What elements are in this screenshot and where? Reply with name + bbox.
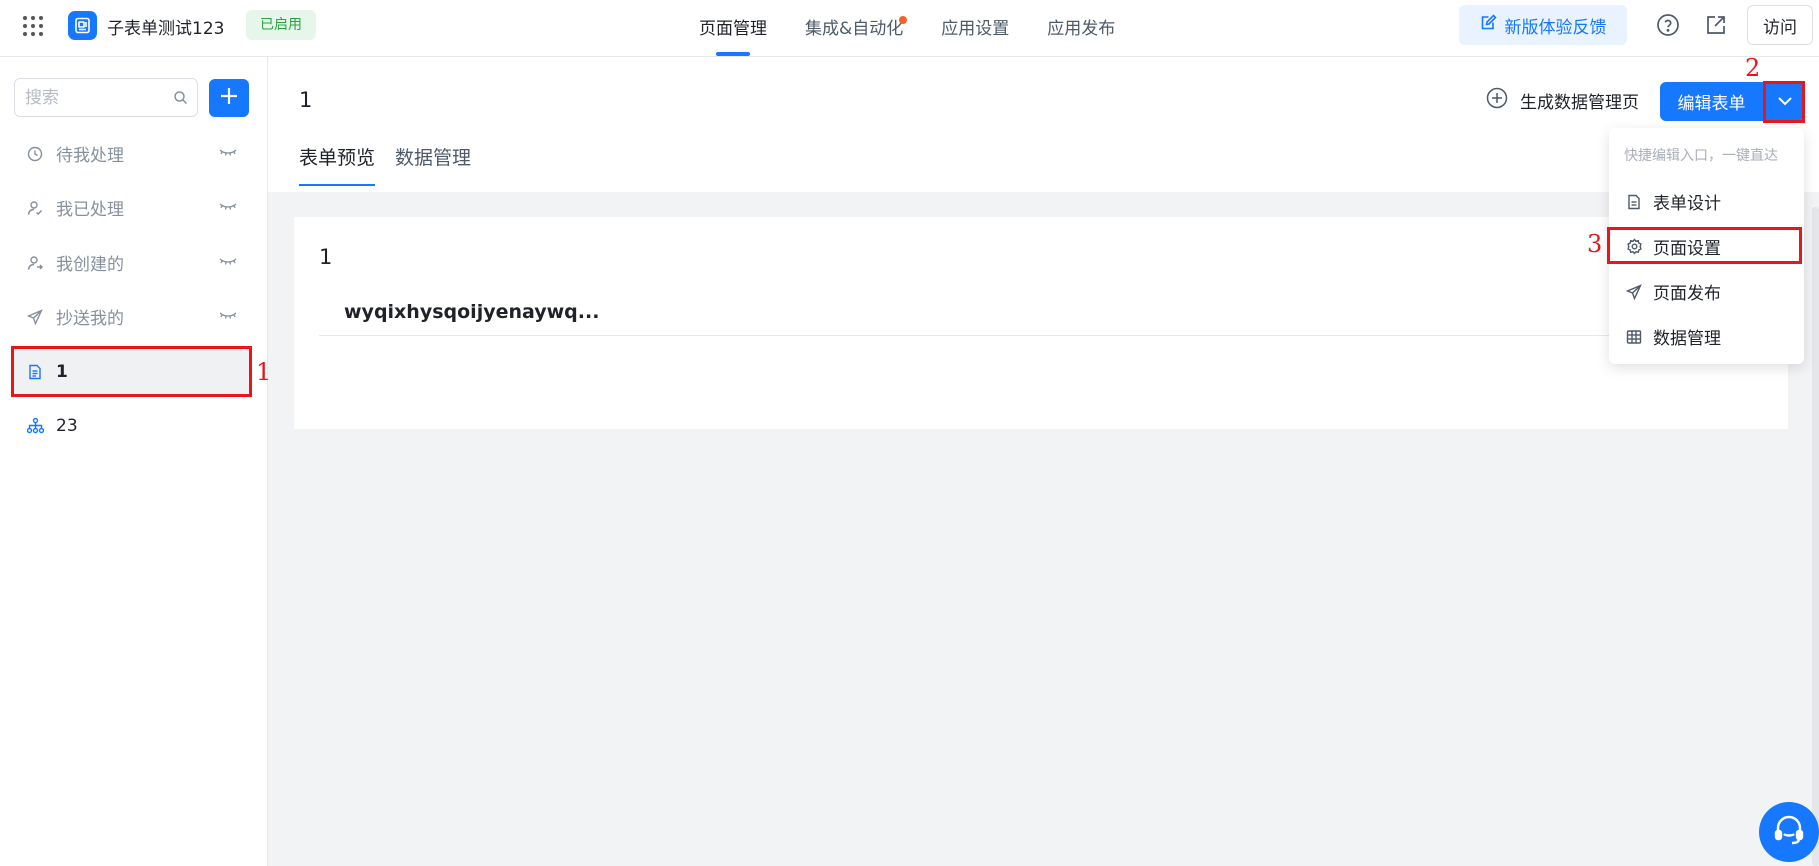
document-icon <box>1625 193 1643 211</box>
edit-note-icon <box>1480 14 1497 36</box>
tab-form-preview[interactable]: 表单预览 <box>299 143 376 186</box>
form-preview-card: 1 wyqixhysqoijyenaywq... <box>294 217 1788 429</box>
search-input[interactable] <box>15 79 197 116</box>
menu-item-label: 页面设置 <box>1653 239 1721 259</box>
help-icon[interactable] <box>1655 12 1681 38</box>
sidebar-item-label: 1 <box>56 361 68 382</box>
feedback-button[interactable]: 新版体验反馈 <box>1459 5 1627 45</box>
nav-app-settings[interactable]: 应用设置 <box>922 0 1028 57</box>
external-link-icon[interactable] <box>1703 12 1729 38</box>
nav-label: 页面管理 <box>699 19 767 39</box>
search-icon <box>173 90 188 109</box>
nav-page-management[interactable]: 页面管理 <box>680 0 786 57</box>
sidebar-item-23[interactable]: 23 <box>14 403 250 448</box>
feedback-label: 新版体验反馈 <box>1504 17 1607 38</box>
eye-closed-icon[interactable] <box>218 144 238 166</box>
page-tabs: 表单预览 数据管理 <box>299 143 471 186</box>
sidebar-item-label: 待我处理 <box>56 146 124 166</box>
generate-data-page-button[interactable]: 生成数据管理页 <box>1486 87 1639 114</box>
form-doc-icon <box>26 363 44 381</box>
subform-row: wyqixhysqoijyenaywq... <box>319 291 1763 336</box>
nav-integration-automation[interactable]: 集成&自动化 <box>786 0 922 57</box>
menu-item-label: 表单设计 <box>1653 194 1721 214</box>
page-title: 1 <box>299 88 313 112</box>
menu-item-data-management[interactable]: 数据管理 <box>1609 315 1804 358</box>
sidebar-item-pending[interactable]: 待我处理 <box>14 131 250 176</box>
top-bar: 子表单测试123 已启用 页面管理 集成&自动化 应用设置 应用发布 新版体验反… <box>0 0 1819 57</box>
nav-app-publish[interactable]: 应用发布 <box>1028 0 1134 57</box>
eye-closed-icon[interactable] <box>218 253 238 275</box>
nav-label: 集成&自动化 <box>805 19 904 39</box>
app-title: 子表单测试123 <box>107 19 225 39</box>
menu-item-page-publish[interactable]: 页面发布 <box>1609 270 1804 313</box>
quick-edit-menu: 快捷编辑入口，一键直达 表单设计 页面设置 页面发布 数据管理 <box>1609 128 1804 364</box>
top-nav: 页面管理 集成&自动化 应用设置 应用发布 <box>680 0 1134 57</box>
status-badge: 已启用 <box>246 10 316 40</box>
user-add-icon <box>26 254 44 272</box>
edit-dropdown-toggle[interactable] <box>1765 82 1804 121</box>
send-icon <box>1625 283 1643 301</box>
menu-hint: 快捷编辑入口，一键直达 <box>1624 148 1778 164</box>
visit-button[interactable]: 访问 <box>1747 5 1813 45</box>
user-check-icon <box>26 199 44 217</box>
customer-service-button[interactable] <box>1759 802 1819 862</box>
menu-item-label: 数据管理 <box>1653 329 1721 349</box>
annotation-number-3: 3 <box>1587 230 1603 258</box>
page-header: 1 表单预览 数据管理 生成数据管理页 编辑表单 <box>268 57 1819 192</box>
sidebar-item-label: 我已处理 <box>56 200 124 220</box>
tab-data-management[interactable]: 数据管理 <box>395 143 471 186</box>
send-icon <box>26 308 44 326</box>
headset-icon <box>1772 813 1806 851</box>
plus-circle-icon <box>1486 87 1508 114</box>
form-title: 1 <box>319 245 333 269</box>
scrollbar[interactable] <box>1812 207 1819 866</box>
add-page-button[interactable] <box>209 79 249 117</box>
sidebar-item-cc[interactable]: 抄送我的 <box>14 294 250 339</box>
annotation-number-1: 1 <box>256 358 272 386</box>
menu-item-form-design[interactable]: 表单设计 <box>1609 180 1804 223</box>
annotation-number-2: 2 <box>1745 54 1761 82</box>
clock-icon <box>26 145 44 163</box>
sidebar-item-label: 23 <box>56 415 78 436</box>
sidebar: 待我处理 我已处理 我创建的 抄送我的 1 <box>0 57 268 866</box>
nav-label: 应用设置 <box>941 19 1010 39</box>
main-content: 1 表单预览 数据管理 生成数据管理页 编辑表单 1 wyqixhysqoijy… <box>268 57 1819 866</box>
apps-grid-icon[interactable] <box>21 14 43 36</box>
menu-item-label: 页面发布 <box>1653 284 1721 304</box>
sidebar-item-label: 我创建的 <box>56 255 124 275</box>
notification-dot <box>899 16 908 24</box>
sidebar-item-processed[interactable]: 我已处理 <box>14 185 250 230</box>
sidebar-item-label: 抄送我的 <box>56 309 124 329</box>
menu-item-page-settings[interactable]: 页面设置 <box>1609 225 1804 268</box>
eye-closed-icon[interactable] <box>218 198 238 220</box>
eye-closed-icon[interactable] <box>218 307 238 329</box>
sidebar-item-created[interactable]: 我创建的 <box>14 240 250 285</box>
generate-data-page-label: 生成数据管理页 <box>1520 93 1639 113</box>
chevron-down-icon <box>1777 94 1793 110</box>
sidebar-search <box>14 78 198 117</box>
subform-field-value: wyqixhysqoijyenaywq... <box>344 301 600 323</box>
table-icon <box>1625 328 1643 346</box>
org-chart-icon <box>26 417 44 435</box>
edit-form-button[interactable]: 编辑表单 <box>1660 82 1763 121</box>
nav-label: 应用发布 <box>1047 19 1116 39</box>
sidebar-item-form-1[interactable]: 1 <box>14 349 250 394</box>
app-logo-icon <box>68 11 97 40</box>
gear-icon <box>1625 238 1643 256</box>
plus-icon <box>220 87 238 109</box>
